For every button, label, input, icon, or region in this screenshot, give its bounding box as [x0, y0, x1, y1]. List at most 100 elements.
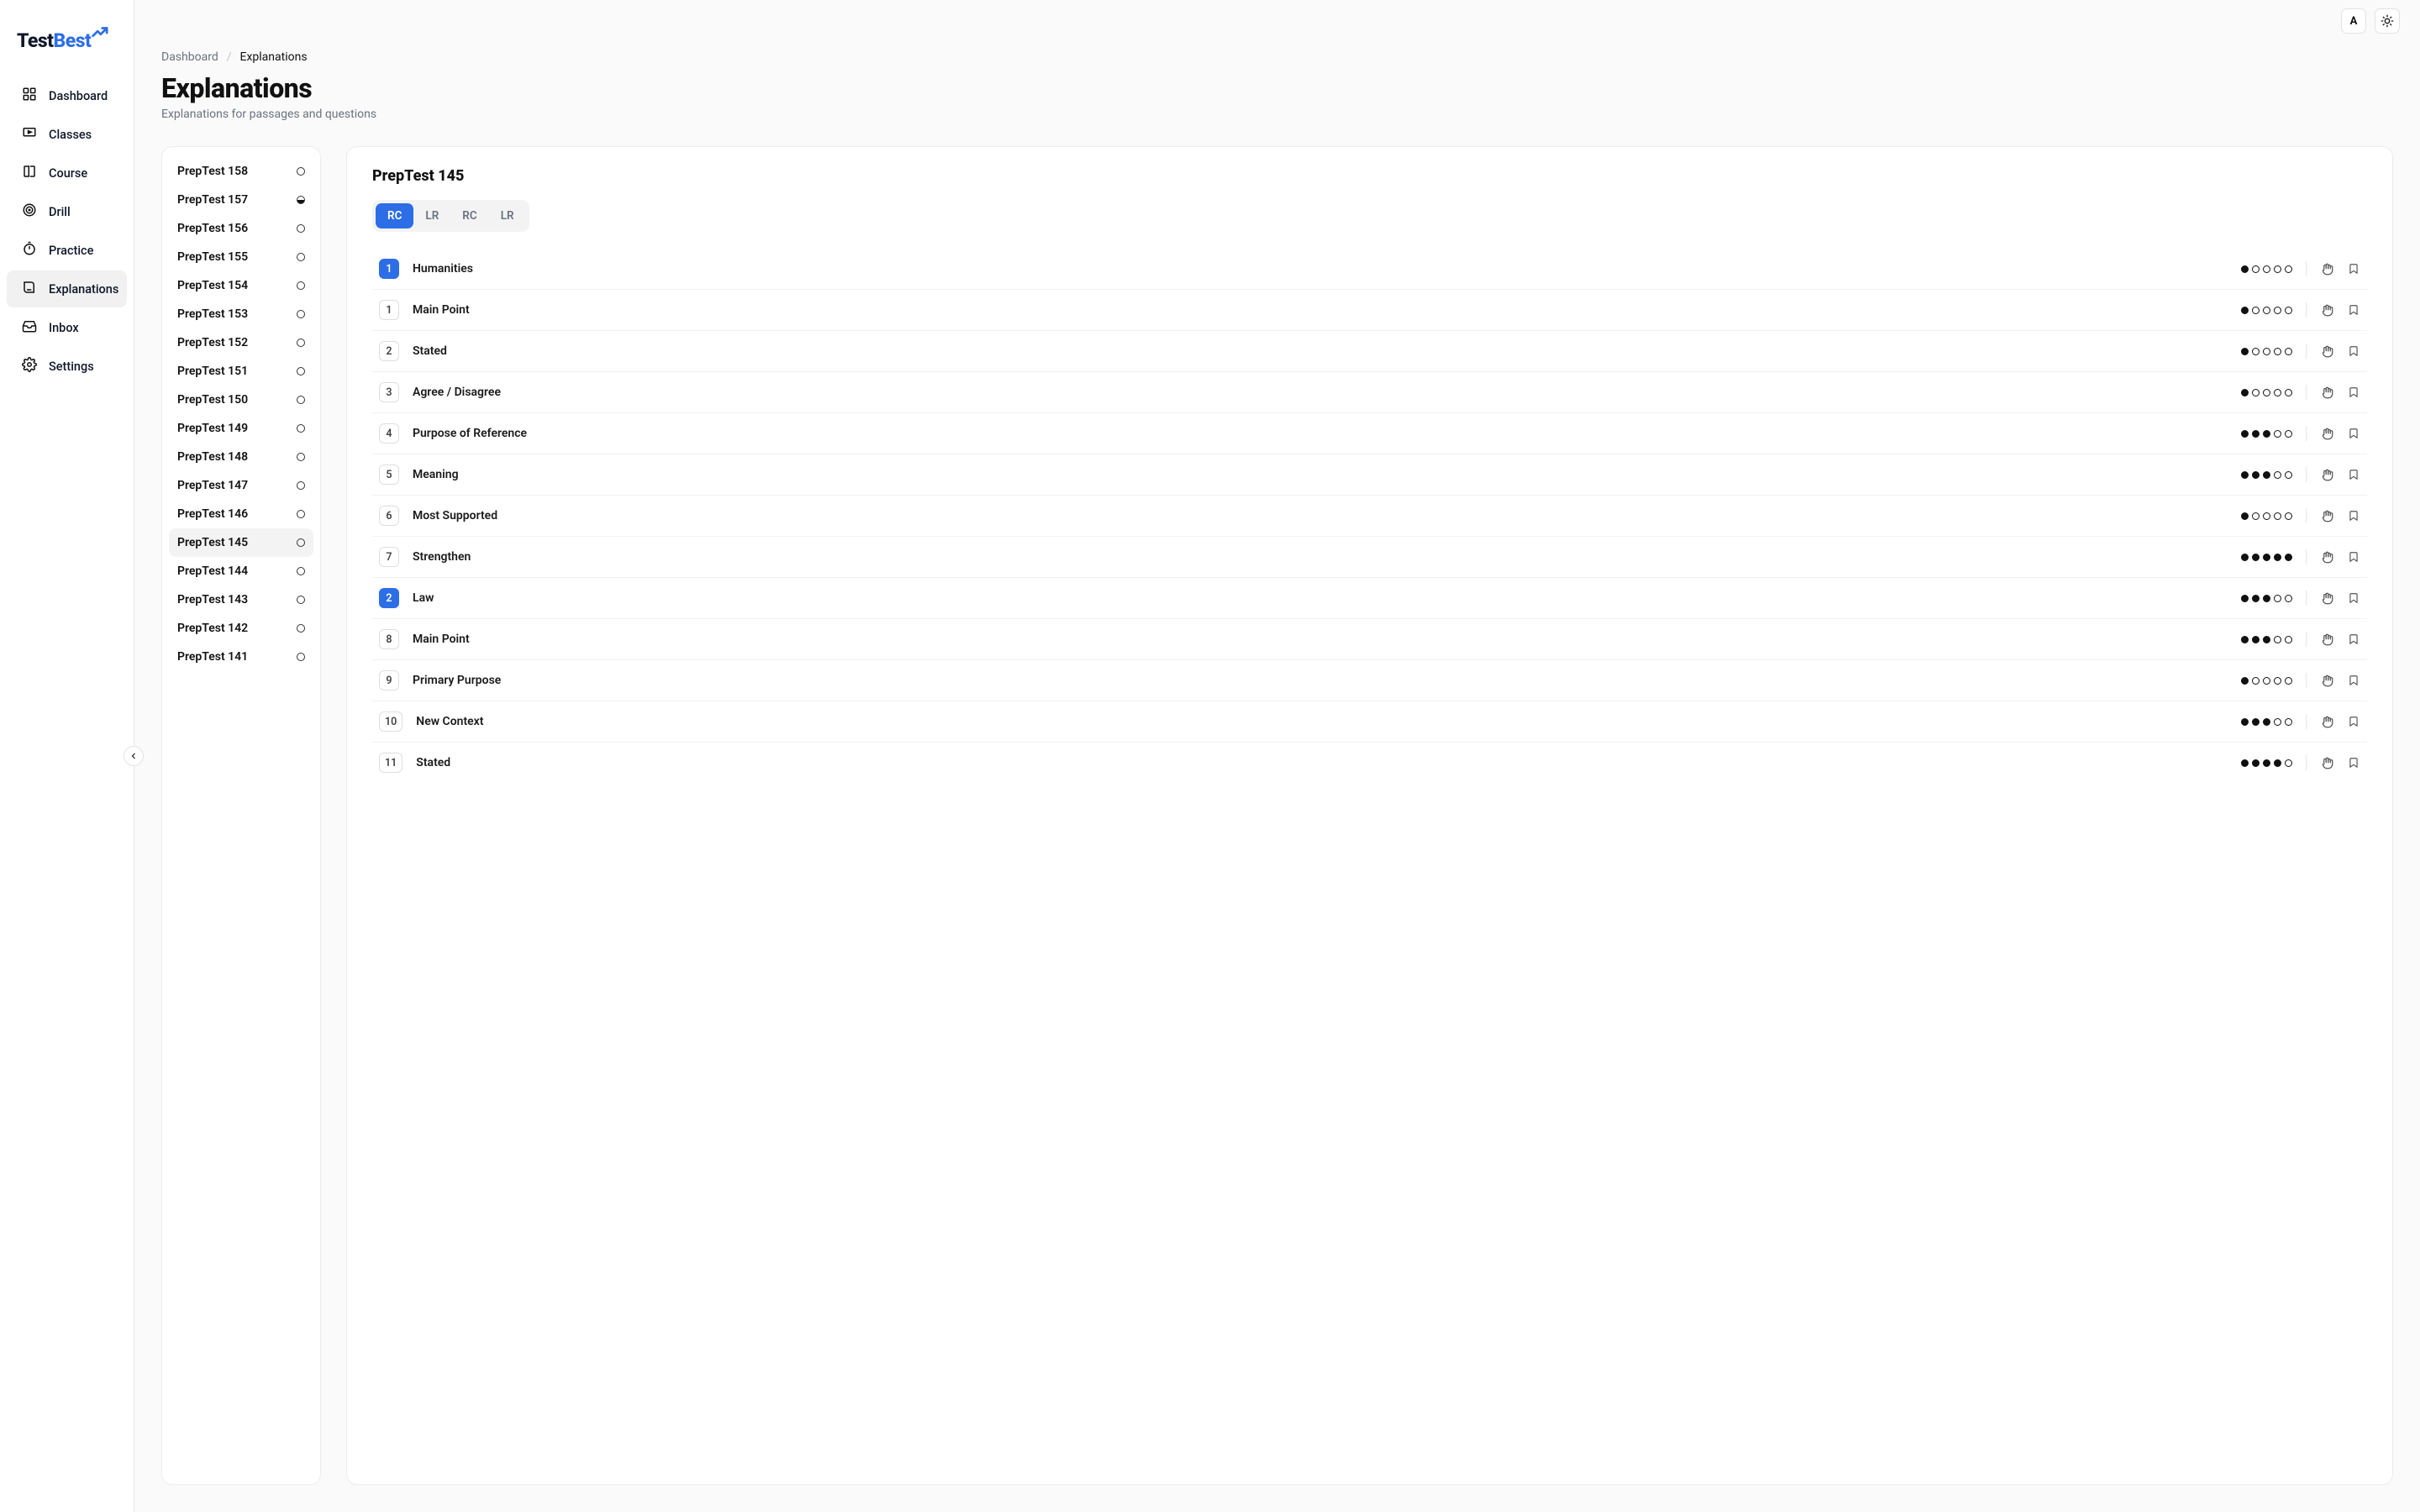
content: PrepTest 158PrepTest 157 PrepTest 156 Prep…	[134, 131, 2420, 1512]
hand-icon[interactable]	[2320, 509, 2333, 522]
bookmark-icon[interactable]	[2347, 427, 2360, 440]
test-list-item[interactable]: PrepTest 152	[169, 328, 313, 357]
passage-row[interactable]: 1 Humanities	[372, 249, 2367, 290]
test-list-item[interactable]: PrepTest 157	[169, 186, 313, 214]
hand-icon[interactable]	[2320, 756, 2333, 769]
hand-icon[interactable]	[2320, 427, 2333, 440]
test-list-item[interactable]: PrepTest 145	[169, 528, 313, 557]
bookmark-icon[interactable]	[2347, 468, 2360, 481]
difficulty-dot-icon	[2274, 348, 2281, 355]
question-row[interactable]: 11 Stated	[372, 743, 2367, 783]
difficulty-dot-icon	[2274, 636, 2281, 643]
bookmark-icon[interactable]	[2347, 633, 2360, 646]
status-circle-icon	[297, 538, 305, 547]
test-list-item[interactable]: PrepTest 156	[169, 214, 313, 243]
test-list-item[interactable]: PrepTest 148	[169, 443, 313, 471]
bookmark-icon[interactable]	[2347, 591, 2360, 605]
breadcrumb-root[interactable]: Dashboard	[161, 50, 218, 64]
hand-icon[interactable]	[2320, 262, 2333, 276]
hand-icon[interactable]	[2320, 674, 2333, 687]
bookmark-icon[interactable]	[2347, 344, 2360, 358]
test-list-item[interactable]: PrepTest 146	[169, 500, 313, 528]
bookmark-icon[interactable]	[2347, 509, 2360, 522]
difficulty-dot-icon	[2285, 348, 2292, 355]
section-tab[interactable]: LR	[413, 203, 450, 228]
bookmark-icon[interactable]	[2347, 550, 2360, 564]
test-list-item[interactable]: PrepTest 151	[169, 357, 313, 386]
question-row[interactable]: 4 Purpose of Reference	[372, 413, 2367, 454]
question-row[interactable]: 7 Strengthen	[372, 537, 2367, 578]
section-tab[interactable]: LR	[489, 203, 526, 228]
bookmark-icon[interactable]	[2347, 262, 2360, 276]
bookmark-icon[interactable]	[2347, 756, 2360, 769]
question-row[interactable]: 3 Agree / Disagree	[372, 372, 2367, 413]
question-row[interactable]: 1 Main Point	[372, 290, 2367, 331]
status-circle-icon	[297, 424, 305, 433]
hand-icon[interactable]	[2320, 344, 2333, 358]
avatar[interactable]: A	[2341, 8, 2366, 34]
bookmark-icon[interactable]	[2347, 715, 2360, 728]
sidebar-item-explanations[interactable]: Explanations	[7, 270, 127, 307]
status-circle-icon	[297, 310, 305, 318]
test-list-item[interactable]: PrepTest 158	[169, 157, 313, 186]
bookmark-icon[interactable]	[2347, 674, 2360, 687]
test-list-item[interactable]: PrepTest 144	[169, 557, 313, 585]
section-tab[interactable]: RC	[450, 203, 488, 228]
passage-row[interactable]: 2 Law	[372, 578, 2367, 619]
question-list: 1 Humanities 1 Main Point 2 Stated 3 Agr…	[372, 249, 2367, 783]
separator	[2306, 549, 2307, 564]
test-list-item[interactable]: PrepTest 142	[169, 614, 313, 643]
hand-icon[interactable]	[2320, 591, 2333, 605]
question-row[interactable]: 6 Most Supported	[372, 496, 2367, 537]
question-row[interactable]: 8 Main Point	[372, 619, 2367, 660]
test-list-item[interactable]: PrepTest 155	[169, 243, 313, 271]
test-list-item[interactable]: PrepTest 143	[169, 585, 313, 614]
question-row[interactable]: 9 Primary Purpose	[372, 660, 2367, 701]
difficulty-dot-icon	[2252, 265, 2260, 273]
test-list-item[interactable]: PrepTest 149	[169, 414, 313, 443]
difficulty-dot-icon	[2252, 759, 2260, 767]
sidebar-item-inbox[interactable]: Inbox	[7, 309, 127, 346]
section-tab[interactable]: RC	[376, 203, 413, 228]
test-list-label: PrepTest 156	[177, 222, 248, 235]
status-circle-icon	[297, 196, 305, 204]
test-list-label: PrepTest 142	[177, 622, 248, 635]
hand-icon[interactable]	[2320, 303, 2333, 317]
hand-icon[interactable]	[2320, 715, 2333, 728]
hand-icon[interactable]	[2320, 633, 2333, 646]
sidebar-item-practice[interactable]: Practice	[7, 232, 127, 269]
collapse-sidebar-button[interactable]	[124, 746, 144, 766]
logo[interactable]: TestBest	[0, 20, 134, 77]
test-list-item[interactable]: PrepTest 141	[169, 643, 313, 671]
row-number: 2	[379, 588, 399, 608]
page-title: Explanations	[161, 72, 2393, 104]
question-row[interactable]: 10 New Context	[372, 701, 2367, 743]
sidebar-item-course[interactable]: Course	[7, 155, 127, 192]
sidebar-item-classes[interactable]: Classes	[7, 116, 127, 153]
test-list-item[interactable]: PrepTest 150	[169, 386, 313, 414]
row-number: 10	[379, 711, 402, 732]
theme-toggle-button[interactable]	[2375, 8, 2400, 34]
classes-icon	[22, 125, 37, 144]
test-list-item[interactable]: PrepTest 147	[169, 471, 313, 500]
bookmark-icon[interactable]	[2347, 386, 2360, 399]
hand-icon[interactable]	[2320, 468, 2333, 481]
sidebar-item-settings[interactable]: Settings	[7, 348, 127, 385]
question-row[interactable]: 5 Meaning	[372, 454, 2367, 496]
arrow-up-icon	[90, 24, 108, 42]
test-list-label: PrepTest 148	[177, 450, 248, 464]
hand-icon[interactable]	[2320, 550, 2333, 564]
difficulty-dot-icon	[2274, 554, 2281, 561]
question-row[interactable]: 2 Stated	[372, 331, 2367, 372]
difficulty-meter	[2241, 512, 2292, 520]
sidebar-item-label: Course	[49, 166, 87, 181]
bookmark-icon[interactable]	[2347, 303, 2360, 317]
sidebar-item-drill[interactable]: Drill	[7, 193, 127, 230]
test-list-item[interactable]: PrepTest 153	[169, 300, 313, 328]
test-list-item[interactable]: PrepTest 154	[169, 271, 313, 300]
difficulty-dot-icon	[2274, 471, 2281, 479]
sidebar-item-dashboard[interactable]: Dashboard	[7, 77, 127, 114]
nav: DashboardClasses Course DrillPracticeExpla…	[0, 77, 134, 386]
main: A Dashboard / Explanations Explanations …	[134, 0, 2420, 1512]
hand-icon[interactable]	[2320, 386, 2333, 399]
